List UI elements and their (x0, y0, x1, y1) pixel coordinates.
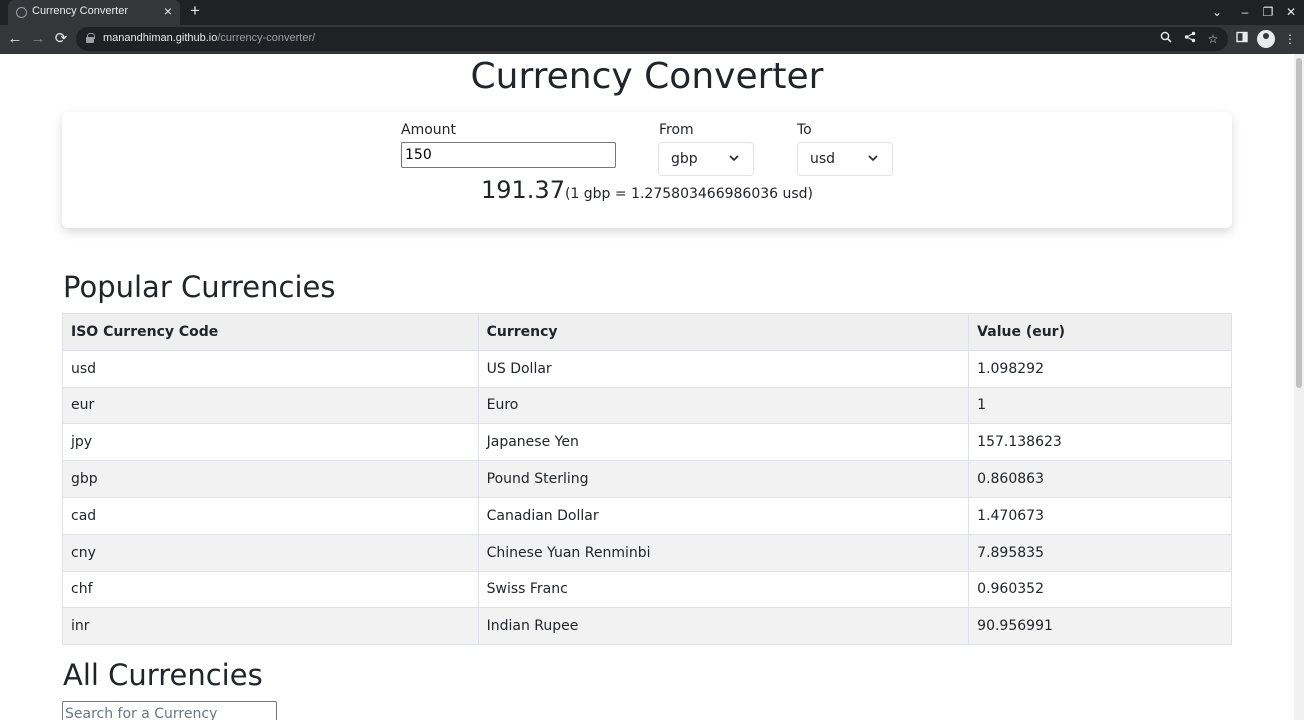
tab-search-icon[interactable]: ⌄ (1208, 3, 1226, 21)
value-cell: 7.895835 (968, 533, 1232, 572)
iso-code-cell: jpy (62, 423, 479, 462)
address-bar[interactable]: manandhiman.github.io/currency-converter… (76, 27, 1228, 51)
to-currency-value: usd (810, 151, 836, 167)
iso-code-cell: eur (62, 386, 479, 425)
exchange-rate: (1 gbp = 1.275803466986036 usd) (564, 186, 814, 202)
browser-toolbar: ← → ⟳ manandhiman.github.io/currency-con… (0, 25, 1304, 54)
bookmark-star-icon[interactable]: ☆ (1204, 30, 1222, 48)
currency-name-cell: Canadian Dollar (477, 496, 970, 535)
amount-label: Amount (401, 122, 457, 138)
value-cell: 90.956991 (968, 607, 1232, 646)
minimize-button[interactable]: – (1236, 3, 1254, 21)
menu-kebab-icon[interactable]: ⋮ (1281, 30, 1299, 48)
currency-name-cell: Pound Sterling (477, 460, 970, 498)
browser-tab-bar: Currency Converter × + ⌄ – ❐ ✕ (0, 0, 1304, 25)
value-cell: 0.960352 (968, 570, 1232, 609)
from-currency-select[interactable]: gbp (658, 142, 754, 176)
conversion-result: 191.37(1 gbp = 1.275803466986036 usd) (62, 176, 1232, 204)
currency-name-cell: Swiss Franc (477, 570, 970, 609)
popular-currencies-table: ISO Currency Code Currency Value (eur) u… (62, 313, 1232, 646)
table-row: eur Euro 1 (62, 386, 1232, 425)
column-header-value: Value (eur) (968, 313, 1232, 351)
table-row: jpy Japanese Yen 157.138623 (62, 423, 1232, 462)
browser-tab[interactable]: Currency Converter × (8, 0, 180, 25)
scrollbar-thumb[interactable] (1296, 58, 1302, 388)
column-header-currency: Currency (477, 313, 970, 351)
forward-button[interactable]: → (29, 30, 47, 48)
tab-title: Currency Converter (32, 5, 128, 17)
zoom-icon[interactable] (1157, 30, 1175, 48)
iso-code-cell: usd (62, 349, 479, 388)
share-icon[interactable] (1181, 30, 1199, 48)
all-currencies-heading: All Currencies (63, 658, 263, 692)
chevron-down-icon (729, 155, 739, 162)
currency-search-input[interactable] (62, 701, 277, 720)
iso-code-cell: inr (62, 607, 479, 646)
page-scrollbar[interactable] (1294, 54, 1304, 720)
url-text: manandhiman.github.io/currency-converter… (103, 32, 316, 44)
side-panel-icon[interactable] (1233, 30, 1251, 48)
table-row: cny Chinese Yuan Renminbi 7.895835 (62, 533, 1232, 572)
from-currency-value: gbp (671, 151, 698, 167)
currency-name-cell: US Dollar (477, 349, 970, 388)
profile-avatar-icon[interactable] (1257, 30, 1275, 48)
table-row: inr Indian Rupee 90.956991 (62, 607, 1232, 646)
reload-button[interactable]: ⟳ (52, 30, 70, 48)
iso-code-cell: cad (62, 496, 479, 535)
iso-code-cell: chf (62, 570, 479, 609)
currency-name-cell: Japanese Yen (477, 423, 970, 462)
lock-icon[interactable] (86, 33, 95, 43)
currency-name-cell: Chinese Yuan Renminbi (477, 533, 970, 572)
window-close-button[interactable]: ✕ (1282, 3, 1300, 21)
value-cell: 0.860863 (968, 460, 1232, 498)
chevron-down-icon (868, 155, 878, 162)
globe-icon (16, 7, 27, 18)
table-row: chf Swiss Franc 0.960352 (62, 570, 1232, 609)
table-row: gbp Pound Sterling 0.860863 (62, 460, 1232, 498)
value-cell: 1 (968, 386, 1232, 425)
currency-name-cell: Indian Rupee (477, 607, 970, 646)
to-label: To (797, 122, 812, 138)
tab-close-icon[interactable]: × (160, 3, 176, 19)
popular-currencies-heading: Popular Currencies (63, 270, 336, 304)
back-button[interactable]: ← (6, 30, 24, 48)
new-tab-button[interactable]: + (186, 2, 204, 20)
to-currency-select[interactable]: usd (797, 142, 893, 176)
amount-input[interactable] (401, 142, 616, 168)
value-cell: 1.470673 (968, 496, 1232, 535)
page-title: Currency Converter (470, 56, 824, 97)
restore-button[interactable]: ❐ (1259, 3, 1277, 21)
value-cell: 157.138623 (968, 423, 1232, 462)
table-header-row: ISO Currency Code Currency Value (eur) (62, 313, 1232, 351)
converter-card: Amount From gbp To usd 191.37(1 gbp = 1.… (62, 112, 1232, 228)
value-cell: 1.098292 (968, 349, 1232, 388)
converted-amount: 191.37 (480, 176, 565, 204)
iso-code-cell: cny (62, 533, 479, 572)
from-label: From (659, 122, 694, 138)
currency-name-cell: Euro (477, 386, 970, 425)
iso-code-cell: gbp (62, 460, 479, 498)
table-row: usd US Dollar 1.098292 (62, 349, 1232, 388)
table-row: cad Canadian Dollar 1.470673 (62, 496, 1232, 535)
column-header-iso-code: ISO Currency Code (62, 313, 479, 351)
page-content: Currency Converter Amount From gbp To us… (0, 54, 1294, 720)
